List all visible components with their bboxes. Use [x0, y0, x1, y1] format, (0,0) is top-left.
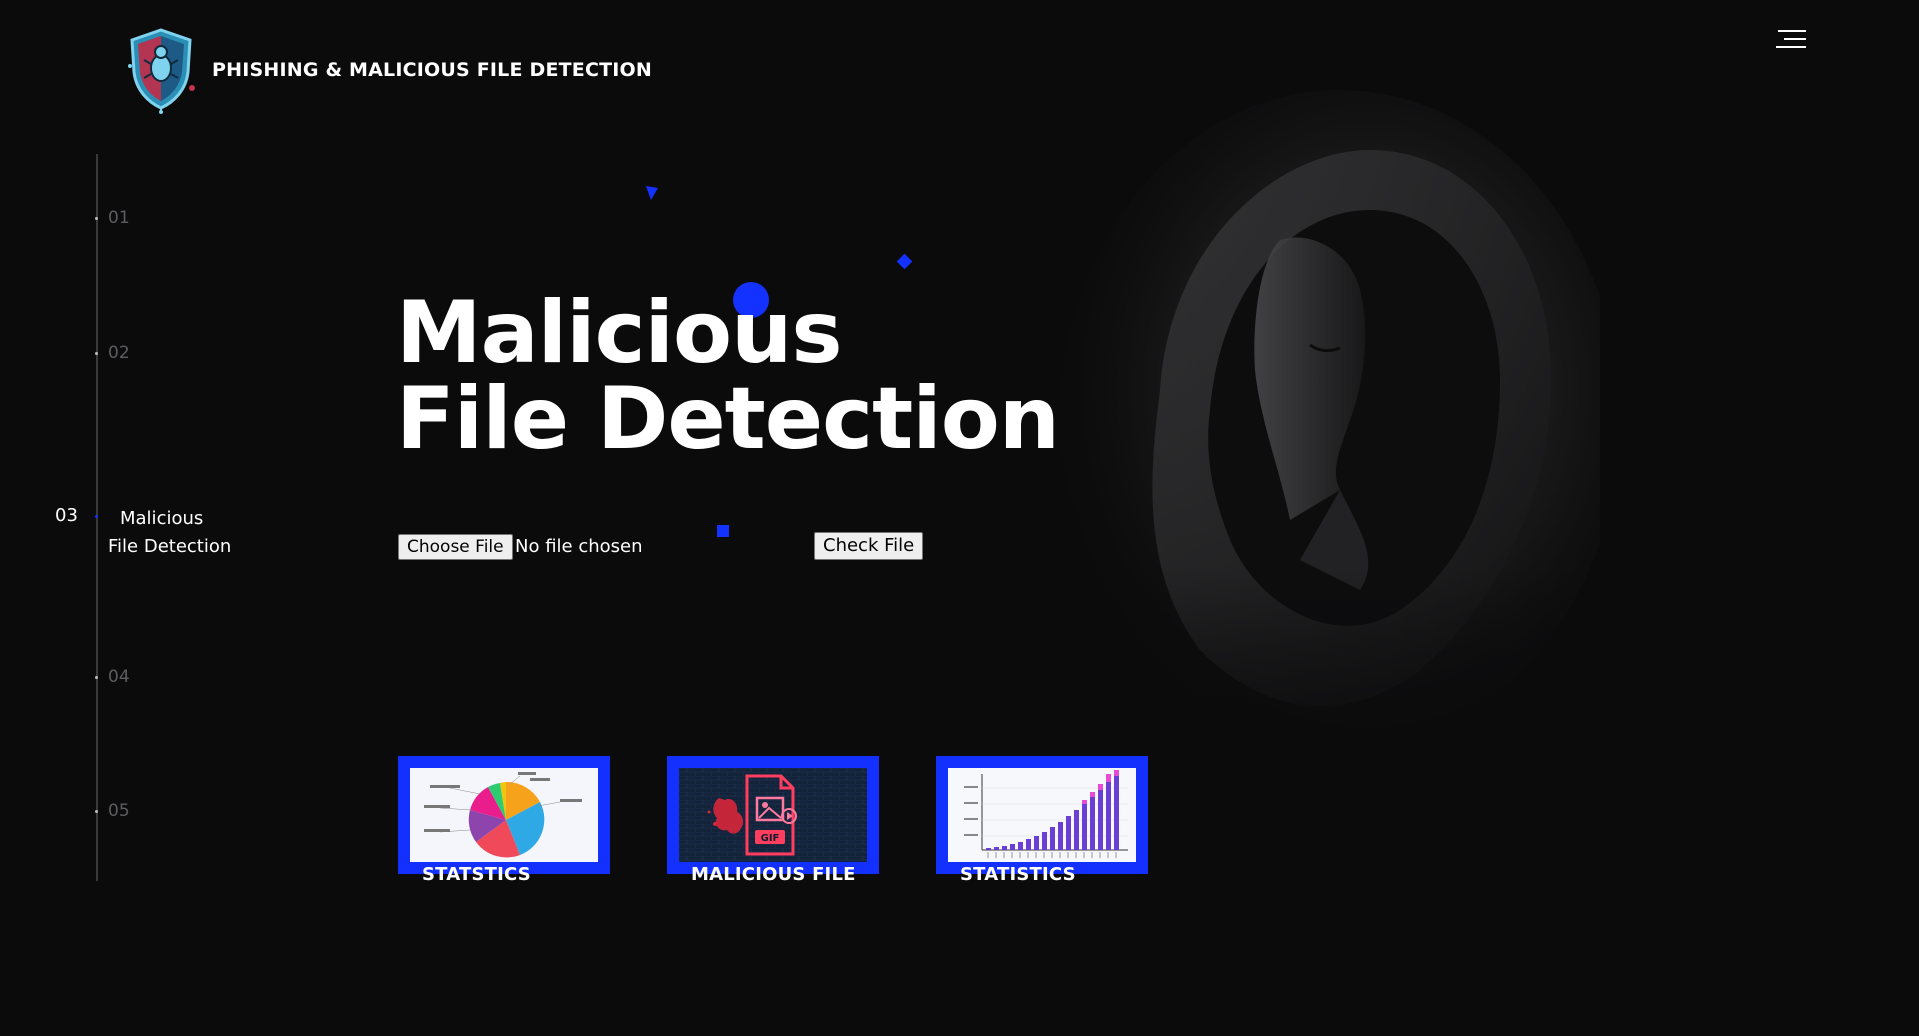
malicious-gif-file-thumbnail: GIF [679, 768, 867, 862]
choose-file-button[interactable]: Choose File [398, 534, 513, 560]
nav-label-line2: File Detection [108, 536, 232, 557]
slide-nav-item-03-label[interactable]: Malicious File Detection [108, 505, 288, 561]
card-statstics[interactable]: STATSTICS [398, 756, 610, 885]
pie-chart-thumbnail [410, 768, 598, 862]
slide-nav-number: 02 [108, 343, 130, 363]
nav-label-line1: Malicious [120, 508, 204, 529]
hamburger-menu-icon[interactable] [1776, 30, 1808, 54]
card-label: MALICIOUS FILE [691, 864, 856, 885]
brand-title: PHISHING & MALICIOUS FILE DETECTION [212, 59, 652, 81]
nav-dot [95, 352, 98, 355]
nav-active-dot [95, 515, 98, 518]
slide-nav-item-03-number[interactable]: 03 [55, 505, 78, 526]
nav-dot [95, 676, 98, 679]
card-statistics[interactable]: STATISTICS [936, 756, 1148, 885]
square-decoration [717, 525, 729, 537]
brand[interactable]: PHISHING & MALICIOUS FILE DETECTION [124, 26, 652, 114]
page-title-line2: File Detection [396, 369, 1060, 469]
slide-nav-number: 01 [108, 208, 130, 228]
diamond-decoration [896, 253, 913, 270]
bar-chart-thumbnail [948, 768, 1136, 862]
card-label: STATISTICS [960, 864, 1076, 885]
slide-nav-number: 05 [108, 801, 130, 821]
triangle-decoration [646, 186, 658, 200]
shield-bug-icon [128, 28, 195, 114]
slide-nav-number: 04 [108, 667, 130, 687]
page-title-line1: Malicious [396, 283, 843, 383]
hooded-figure-image [1040, 90, 1600, 770]
nav-dot [95, 810, 98, 813]
nav-dot [95, 217, 98, 220]
page: PHISHING & MALICIOUS FILE DETECTION 01 0… [0, 0, 1919, 1036]
card-label: STATSTICS [422, 864, 531, 885]
svg-text:GIF: GIF [761, 833, 780, 844]
file-status-text: No file chosen [515, 536, 643, 557]
card-malicious-file[interactable]: GIF MALICIOUS FILE [667, 756, 879, 885]
page-title: Malicious File Detection [396, 283, 1060, 469]
check-file-button[interactable]: Check File [814, 532, 924, 560]
